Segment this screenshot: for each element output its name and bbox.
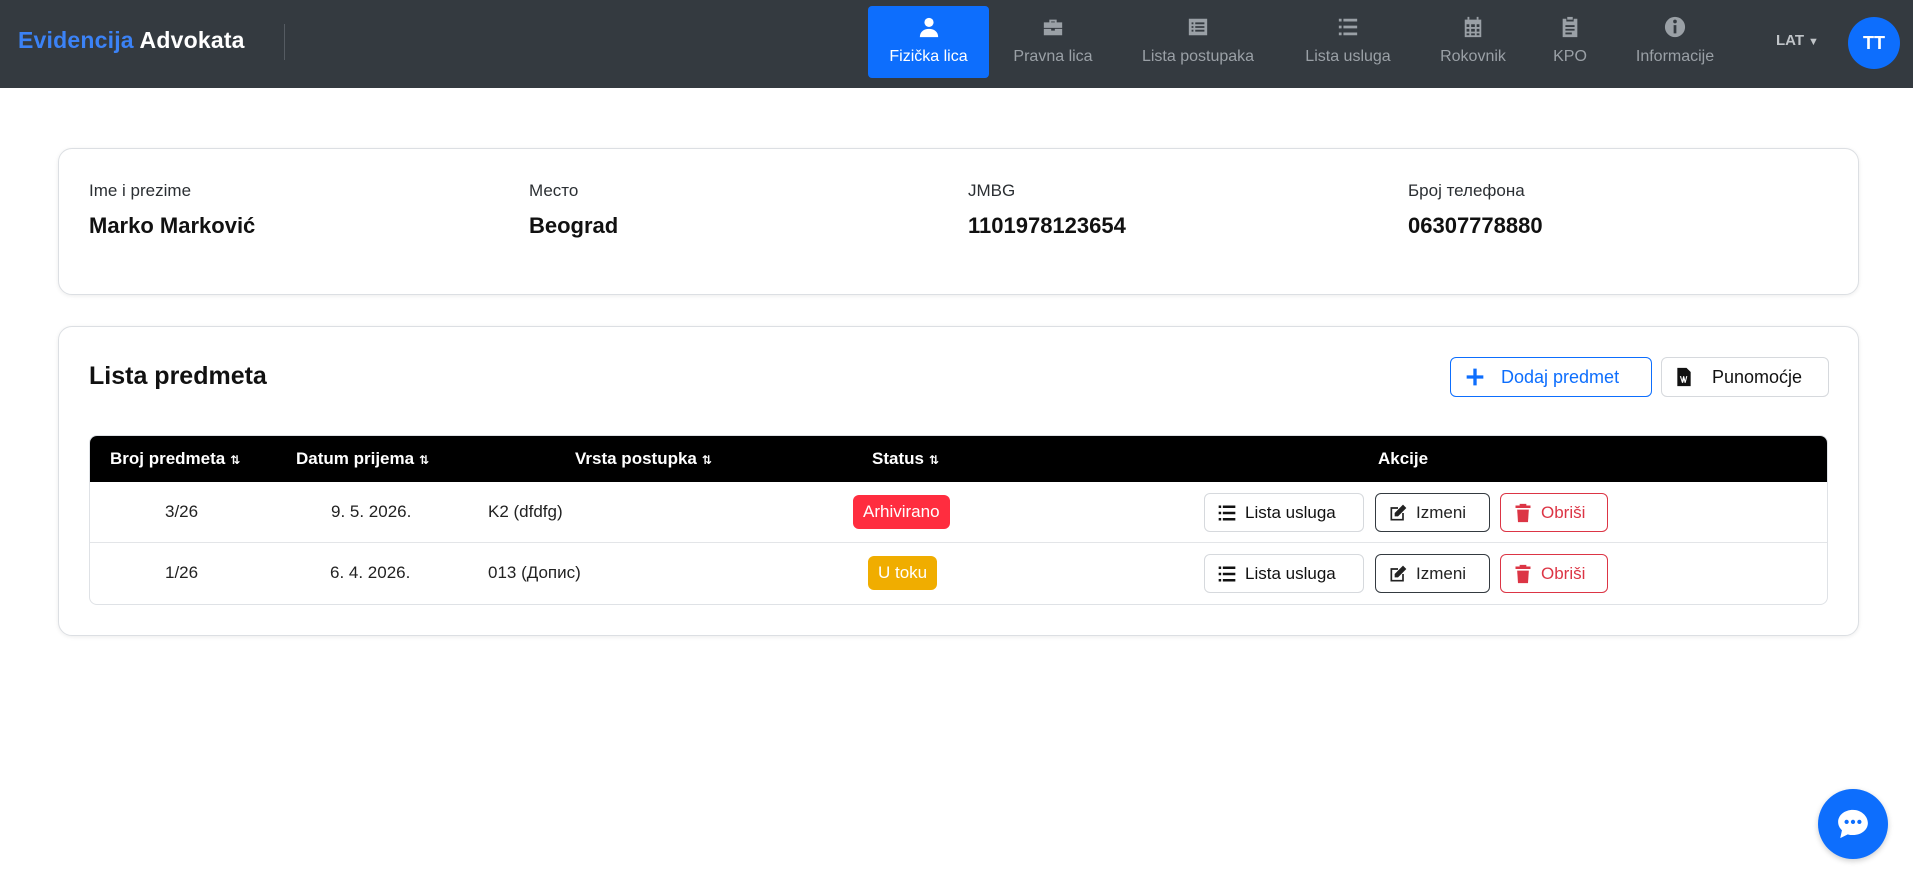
column-header-label: Broj predmeta <box>110 449 226 468</box>
cases-card: Lista predmeta Dodaj predmet Punomoćje B… <box>58 326 1859 636</box>
case-number: 1/26 <box>165 563 199 582</box>
nav-item-rokovnik[interactable]: Rokovnik <box>1430 6 1516 78</box>
top-navbar: Evidencija Advokata Fizička lica Pravna … <box>0 0 1913 88</box>
services-list-label: Lista usluga <box>1245 563 1336 583</box>
client-city-value: Beograd <box>529 213 619 238</box>
add-case-label: Dodaj predmet <box>1501 366 1620 387</box>
edit-label: Izmeni <box>1416 502 1467 522</box>
trash-icon <box>1515 564 1531 583</box>
calendar-icon <box>1430 16 1516 42</box>
nav-item-label: Lista usluga <box>1305 48 1391 65</box>
case-type: K2 (dfdfg) <box>488 502 563 521</box>
client-jmbg-field: JMBG 1101978123654 <box>968 181 1126 239</box>
case-type: 013 (Допис) <box>488 563 581 582</box>
list-icon <box>1295 16 1401 42</box>
delete-label: Obriši <box>1541 563 1586 583</box>
column-header-label: Akcije <box>1378 449 1429 468</box>
client-jmbg-value: 1101978123654 <box>968 213 1126 238</box>
case-number: 3/26 <box>165 502 199 521</box>
brand-part-2: Advokata <box>139 27 245 53</box>
brand-part-1: Evidencija <box>18 27 134 53</box>
column-header-type[interactable]: Vrsta postupka ⇅ <box>575 436 712 482</box>
services-list-button[interactable]: Lista usluga <box>1204 554 1364 593</box>
power-of-attorney-label: Punomoćje <box>1712 366 1803 387</box>
client-jmbg-label: JMBG <box>968 181 1016 200</box>
delete-button[interactable]: Obriši <box>1500 554 1608 593</box>
client-info-card: Ime i prezime Marko Marković Место Beogr… <box>58 148 1859 295</box>
plus-icon <box>1466 368 1484 386</box>
brand-divider <box>284 24 285 60</box>
case-date: 9. 5. 2026. <box>331 502 412 521</box>
status-badge: U toku <box>868 556 938 590</box>
cases-title: Lista predmeta <box>89 362 267 390</box>
nav-item-pravna-lica[interactable]: Pravna lica <box>1001 6 1105 78</box>
case-date: 6. 4. 2026. <box>330 563 411 582</box>
column-header-date[interactable]: Datum prijema ⇅ <box>296 436 429 482</box>
list-alt-icon <box>1130 16 1266 42</box>
nav-item-lista-usluga[interactable]: Lista usluga <box>1295 6 1401 78</box>
nav-item-label: Pravna lica <box>1013 48 1093 65</box>
caret-down-icon: ▼ <box>1808 36 1819 48</box>
edit-button[interactable]: Izmeni <box>1375 554 1490 593</box>
power-of-attorney-button[interactable]: Punomoćje <box>1661 357 1829 397</box>
sort-icon: ⇅ <box>230 453 240 467</box>
app-brand[interactable]: Evidencija Advokata <box>18 27 245 54</box>
list-icon <box>1218 566 1236 581</box>
user-icon <box>868 16 989 42</box>
nav-item-label: Informacije <box>1635 48 1715 65</box>
edit-label: Izmeni <box>1416 563 1467 583</box>
nav-item-lista-postupaka[interactable]: Lista postupaka <box>1130 6 1266 78</box>
avatar[interactable]: TT <box>1848 17 1900 69</box>
chat-button[interactable] <box>1818 789 1888 859</box>
client-name-field: Ime i prezime Marko Marković <box>89 181 255 239</box>
column-header-label: Status <box>872 449 924 468</box>
language-select[interactable]: LAT ▼ <box>1776 32 1819 49</box>
info-icon <box>1625 16 1725 42</box>
nav-item-label: KPO <box>1553 48 1587 65</box>
list-icon <box>1218 505 1236 520</box>
edit-button[interactable]: Izmeni <box>1375 493 1490 532</box>
table-row: 1/26 6. 4. 2026. 013 (Допис) U toku List… <box>90 543 1827 604</box>
column-header-actions: Akcije <box>1378 436 1428 482</box>
trash-icon <box>1515 503 1531 522</box>
client-city-field: Место Beograd <box>529 181 618 239</box>
status-badge: Arhivirano <box>853 495 950 529</box>
table-row: 3/26 9. 5. 2026. K2 (dfdfg) Arhivirano L… <box>90 482 1827 543</box>
client-name-label: Ime i prezime <box>89 181 192 200</box>
cases-table: Broj predmeta ⇅ Datum prijema ⇅ Vrsta post… <box>89 435 1828 605</box>
client-name-value: Marko Marković <box>89 213 256 238</box>
clipboard-icon <box>1542 16 1598 42</box>
delete-button[interactable]: Obriši <box>1500 493 1608 532</box>
nav-item-label: Fizička lica <box>889 48 968 65</box>
sort-icon: ⇅ <box>701 453 712 467</box>
edit-icon <box>1390 565 1407 581</box>
chat-bubble-icon <box>1838 809 1868 839</box>
nav-item-label: Lista postupaka <box>1141 48 1255 65</box>
sort-icon: ⇅ <box>419 453 429 467</box>
sort-icon: ⇅ <box>928 453 939 467</box>
edit-icon <box>1390 504 1407 520</box>
column-header-status[interactable]: Status ⇅ <box>872 436 939 482</box>
word-file-icon <box>1677 367 1691 387</box>
column-header-label: Datum prijema <box>296 449 415 468</box>
nav-item-fizicka-lica[interactable]: Fizička lica <box>868 6 989 78</box>
briefcase-icon <box>1001 16 1105 42</box>
column-header-number[interactable]: Broj predmeta ⇅ <box>110 436 240 482</box>
table-header: Broj predmeta ⇅ Datum prijema ⇅ Vrsta post… <box>90 436 1827 482</box>
add-case-button[interactable]: Dodaj predmet <box>1450 357 1652 397</box>
client-phone-value: 06307778880 <box>1408 213 1543 238</box>
nav-item-kpo[interactable]: KPO <box>1542 6 1598 78</box>
nav-item-informacije[interactable]: Informacije <box>1625 6 1725 78</box>
delete-label: Obriši <box>1541 502 1586 522</box>
client-phone-field: Број телефона 06307778880 <box>1408 181 1543 239</box>
client-phone-label: Број телефона <box>1408 181 1525 200</box>
column-header-label: Vrsta postupka <box>575 449 697 468</box>
language-value: LAT <box>1776 32 1805 49</box>
nav-item-label: Rokovnik <box>1440 48 1506 65</box>
services-list-label: Lista usluga <box>1245 502 1336 522</box>
client-city-label: Место <box>529 181 579 200</box>
services-list-button[interactable]: Lista usluga <box>1204 493 1364 532</box>
